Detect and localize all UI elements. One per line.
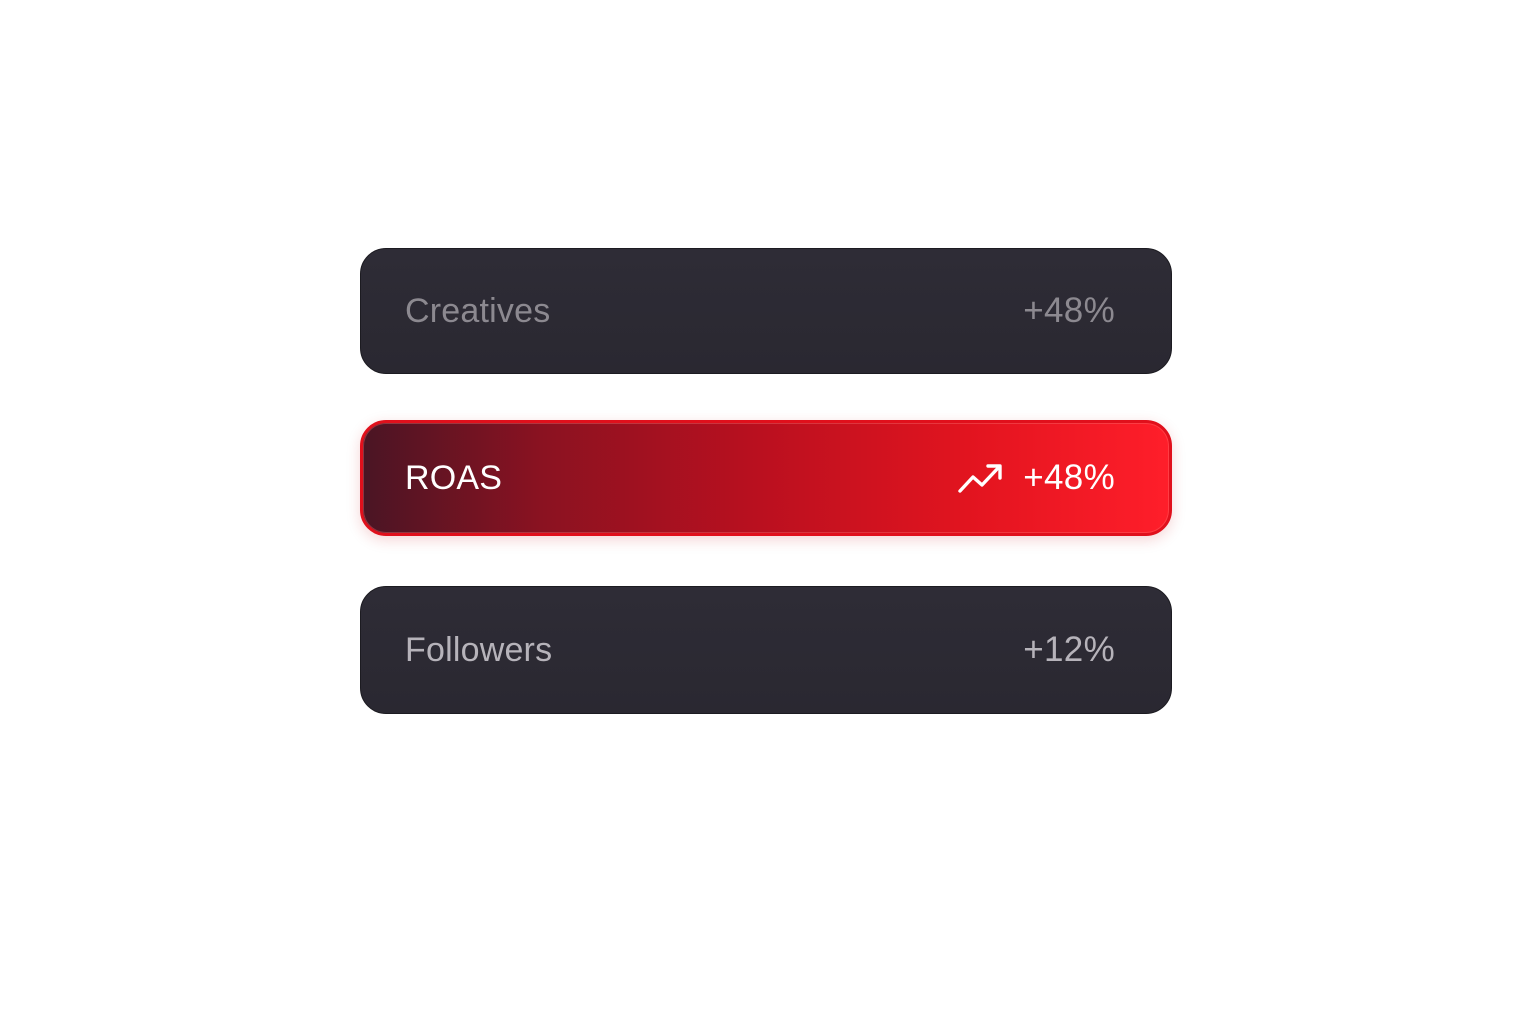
- trending-up-icon: [957, 461, 1005, 495]
- metric-value-group: +48%: [957, 458, 1115, 498]
- metric-label: ROAS: [405, 458, 503, 497]
- metrics-panel: Creatives +48% ROAS +48% Followers +12%: [0, 0, 1536, 1024]
- metric-label: Creatives: [405, 291, 551, 330]
- metric-value: +12%: [1023, 630, 1115, 669]
- metric-value: +48%: [1023, 291, 1115, 330]
- metric-card-followers[interactable]: Followers +12%: [360, 586, 1172, 714]
- metric-card-roas[interactable]: ROAS +48%: [360, 420, 1172, 536]
- metric-value: +48%: [1023, 458, 1115, 497]
- metric-label: Followers: [405, 630, 553, 669]
- metric-card-creatives[interactable]: Creatives +48%: [360, 248, 1172, 374]
